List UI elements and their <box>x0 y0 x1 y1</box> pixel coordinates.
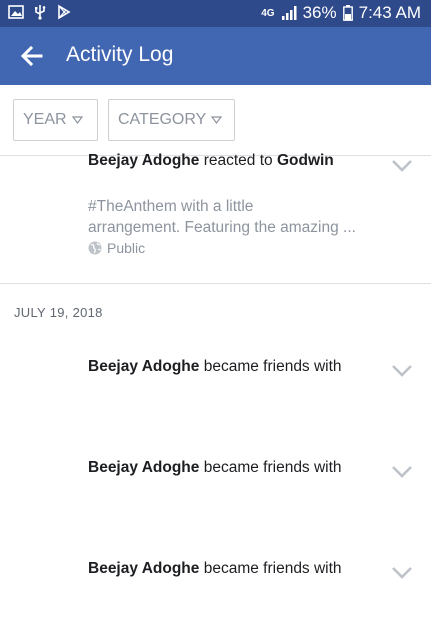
app-bar: Activity Log <box>0 27 431 85</box>
entry-action: became friends with <box>199 459 342 476</box>
back-button[interactable] <box>14 39 50 73</box>
filter-bar: YEAR CATEGORY <box>0 85 431 156</box>
image-icon <box>8 5 24 19</box>
year-filter-button[interactable]: YEAR <box>13 99 98 141</box>
play-store-icon <box>58 4 71 20</box>
year-filter-label: YEAR <box>23 111 67 128</box>
post-preview[interactable]: #TheAnthem with a little arrangement. Fe… <box>88 196 388 238</box>
preview-line-1: #TheAnthem with a little <box>88 198 254 215</box>
chevron-down-icon[interactable] <box>391 465 413 479</box>
dropdown-caret-icon <box>211 116 223 124</box>
entry-text: Beejay Adoghe became friends with <box>88 358 342 376</box>
entry-actor-name[interactable]: Beejay Adoghe <box>88 459 199 476</box>
battery-percent: 36% <box>302 3 337 22</box>
battery-icon <box>342 5 353 21</box>
network-type: 4G <box>261 7 275 19</box>
chevron-down-icon[interactable] <box>391 566 413 580</box>
entry-text: Beejay Adoghe became friends with <box>88 459 342 477</box>
entry-action: became friends with <box>199 358 342 375</box>
entry-action: became friends with <box>199 560 342 577</box>
clock: 7:43 AM <box>358 3 421 22</box>
entry-text: Beejay Adoghe became friends with <box>88 560 342 578</box>
entry-action: reacted to <box>199 152 277 169</box>
entry-actor-name[interactable]: Beejay Adoghe <box>88 152 199 169</box>
chevron-down-icon[interactable] <box>391 364 413 378</box>
category-filter-button[interactable]: CATEGORY <box>108 99 235 141</box>
status-bar: 4G 36% 7:43 AM <box>0 0 431 27</box>
entry-target-name[interactable]: Godwin <box>277 152 334 169</box>
entry-actor-name[interactable]: Beejay Adoghe <box>88 358 199 375</box>
privacy-indicator: Public <box>88 240 145 256</box>
signal-icon <box>281 6 297 20</box>
preview-line-2: arrangement. Featuring the amazing ... <box>88 219 356 236</box>
status-right: 4G 36% 7:43 AM <box>261 3 421 23</box>
page-title: Activity Log <box>66 43 174 66</box>
entry-text: Beejay Adoghe reacted to Godwin <box>88 152 334 170</box>
dropdown-caret-icon <box>71 116 83 124</box>
category-filter-label: CATEGORY <box>118 111 207 128</box>
back-arrow-icon <box>21 46 43 66</box>
privacy-label: Public <box>107 240 146 256</box>
usb-icon <box>35 5 46 20</box>
chevron-down-icon[interactable] <box>391 159 413 173</box>
globe-icon <box>88 241 102 255</box>
entry-actor-name[interactable]: Beejay Adoghe <box>88 560 199 577</box>
status-left-icons <box>8 4 72 20</box>
section-divider <box>0 283 431 284</box>
date-header: JULY 19, 2018 <box>14 305 103 320</box>
